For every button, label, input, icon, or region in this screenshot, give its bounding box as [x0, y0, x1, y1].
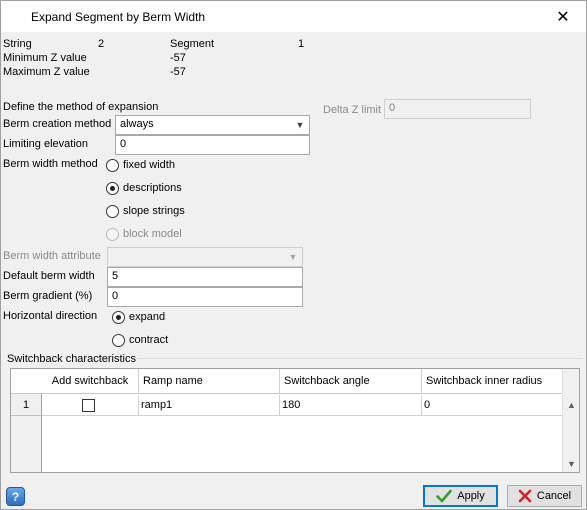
berm-gradient-label: Berm gradient (%)	[3, 290, 93, 302]
column-header-add-switchback[interactable]: Add switchback	[42, 369, 139, 394]
delta-z-field[interactable]: 0	[384, 99, 531, 119]
radio-contract[interactable]	[112, 334, 125, 347]
radio-fixed-width-label: fixed width	[123, 159, 175, 171]
button-bar: ? Apply Cancel	[1, 482, 586, 510]
help-icon: ?	[11, 489, 20, 504]
radio-slope-strings-label: slope strings	[123, 205, 185, 217]
default-berm-width-field[interactable]: 5	[107, 267, 303, 287]
close-button[interactable]: ✕	[540, 1, 586, 32]
default-berm-width-value: 5	[112, 270, 119, 282]
delta-z-label: Delta Z limit	[323, 104, 382, 116]
column-header-ramp-name[interactable]: Ramp name	[139, 369, 280, 394]
segment-label: Segment	[170, 38, 215, 50]
table-header: Add switchback Ramp name Switchback angl…	[11, 369, 567, 394]
switchback-group-label: Switchback characteristics	[7, 353, 136, 365]
default-berm-width-label: Default berm width	[3, 270, 95, 282]
add-switchback-checkbox[interactable]	[82, 399, 95, 412]
max-z-label: Maximum Z value	[3, 66, 90, 78]
radio-descriptions-label: descriptions	[123, 182, 182, 194]
checkmark-icon	[436, 489, 453, 503]
cell-switchback-angle[interactable]: 180	[280, 395, 422, 416]
limiting-elevation-label: Limiting elevation	[3, 138, 88, 150]
delta-z-value: 0	[389, 102, 396, 114]
column-header-inner-radius[interactable]: Switchback inner radius	[422, 369, 567, 394]
berm-gradient-field[interactable]: 0	[107, 287, 303, 307]
min-z-value: -57	[170, 52, 186, 64]
apply-label: Apply	[457, 490, 485, 502]
radio-block-model[interactable]	[106, 228, 119, 241]
berm-width-attribute-combo[interactable]: ▼	[107, 247, 303, 267]
radio-expand-label: expand	[129, 311, 166, 323]
radio-fixed-width[interactable]	[106, 159, 119, 172]
berm-width-attribute-label: Berm width attribute	[3, 250, 101, 262]
min-z-label: Minimum Z value	[3, 52, 87, 64]
row-header-1[interactable]: 1	[11, 395, 42, 416]
cancel-button[interactable]: Cancel	[507, 485, 582, 507]
radio-block-model-label: block model	[123, 228, 182, 240]
help-button[interactable]: ?	[6, 487, 25, 506]
limiting-elevation-field[interactable]: 0	[115, 135, 310, 155]
limiting-elevation-value: 0	[120, 138, 127, 150]
cell-ramp-name[interactable]: ramp1	[139, 395, 280, 416]
table-vertical-scrollbar[interactable]: ▲ ▼	[562, 369, 579, 472]
column-header-switchback-angle[interactable]: Switchback angle	[280, 369, 422, 394]
berm-creation-combo[interactable]: always ▼	[115, 115, 310, 135]
segment-value: 1	[298, 38, 305, 50]
dialog-window: Expand Segment by Berm Width ✕ String 2 …	[0, 0, 587, 510]
cancel-label: Cancel	[536, 490, 572, 502]
berm-creation-value: always	[120, 118, 154, 130]
chevron-down-icon: ▼	[288, 252, 298, 262]
radio-descriptions[interactable]	[106, 182, 119, 195]
title-bar: Expand Segment by Berm Width ✕	[1, 1, 586, 32]
radio-slope-strings[interactable]	[106, 205, 119, 218]
group-divider	[137, 358, 583, 359]
cell-inner-radius[interactable]: 0	[422, 395, 567, 416]
apply-button[interactable]: Apply	[423, 485, 498, 507]
scroll-up-icon[interactable]: ▲	[563, 396, 580, 413]
max-z-value: -57	[170, 66, 186, 78]
switchback-table: Add switchback Ramp name Switchback angl…	[10, 368, 580, 473]
chevron-down-icon: ▼	[295, 120, 305, 130]
cell-add-switchback[interactable]	[42, 395, 139, 416]
scroll-down-icon[interactable]: ▼	[563, 455, 580, 472]
berm-width-method-label: Berm width method	[3, 158, 98, 170]
close-icon: ✕	[556, 8, 570, 26]
berm-creation-label: Berm creation method	[3, 118, 112, 130]
window-title: Expand Segment by Berm Width	[31, 10, 206, 24]
horizontal-direction-label: Horizontal direction	[3, 310, 98, 322]
string-label: String	[3, 38, 32, 50]
cancel-x-icon	[518, 489, 532, 503]
define-method-label: Define the method of expansion	[3, 101, 159, 113]
string-value: 2	[98, 38, 105, 50]
radio-contract-label: contract	[129, 334, 169, 346]
radio-expand[interactable]	[112, 311, 125, 324]
berm-gradient-value: 0	[112, 290, 119, 302]
